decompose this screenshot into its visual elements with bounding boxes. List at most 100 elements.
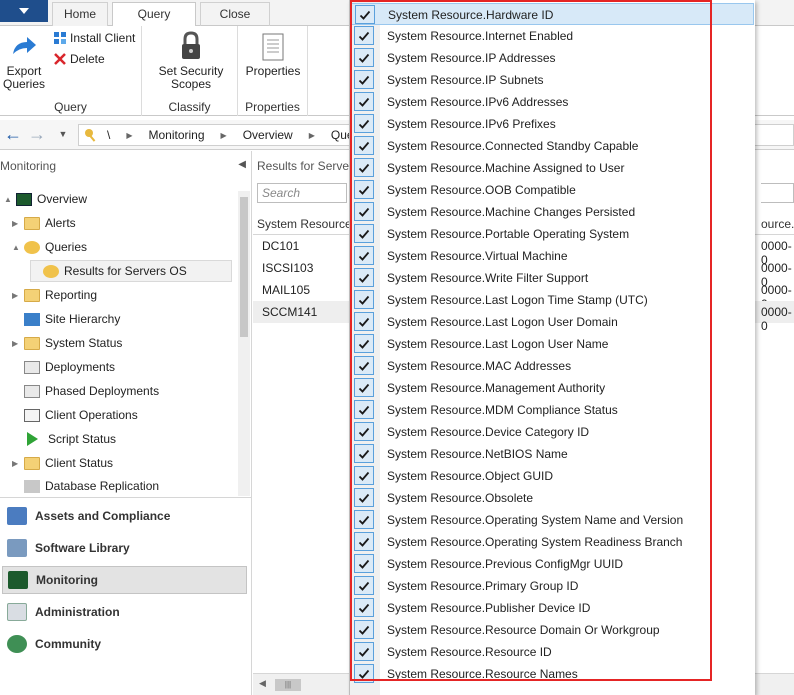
- expand-icon[interactable]: ▶: [12, 219, 24, 228]
- checkmark-icon[interactable]: [355, 5, 375, 24]
- checkmark-icon[interactable]: [354, 598, 374, 617]
- column-menu-item[interactable]: System Resource.Last Logon User Domain: [350, 311, 754, 333]
- column-menu-item[interactable]: System Resource.Virtual Machine: [350, 245, 754, 267]
- checkmark-icon[interactable]: [354, 158, 374, 177]
- checkmark-icon[interactable]: [354, 246, 374, 265]
- checkmark-icon[interactable]: [354, 48, 374, 67]
- checkmark-icon[interactable]: [354, 620, 374, 639]
- nav-item-deployments[interactable]: Deployments: [12, 356, 115, 378]
- checkmark-icon[interactable]: [354, 576, 374, 595]
- collapse-pane-icon[interactable]: ◀: [238, 159, 246, 170]
- column-menu-item[interactable]: System Resource.NetBIOS Name: [350, 443, 754, 465]
- checkmark-icon[interactable]: [354, 664, 374, 683]
- forward-arrow-icon[interactable]: →: [26, 125, 48, 145]
- column-menu-item[interactable]: System Resource.Obsolete: [350, 487, 754, 509]
- column-menu-item[interactable]: System Resource.Primary Group ID: [350, 575, 754, 597]
- nav-item-overview[interactable]: ▲ Overview: [4, 188, 87, 210]
- workspace-monitoring[interactable]: Monitoring: [2, 566, 247, 594]
- checkmark-icon[interactable]: [354, 532, 374, 551]
- column-menu-item[interactable]: System Resource.Portable Operating Syste…: [350, 223, 754, 245]
- column-menu-item[interactable]: System Resource.Resource Names: [350, 663, 754, 685]
- column-menu-item[interactable]: System Resource.Connected Standby Capabl…: [350, 135, 754, 157]
- checkmark-icon[interactable]: [354, 400, 374, 419]
- column-menu-item[interactable]: System Resource.IP Subnets: [350, 69, 754, 91]
- breadcrumb-root[interactable]: \: [99, 128, 118, 142]
- checkmark-icon[interactable]: [354, 114, 374, 133]
- checkmark-icon[interactable]: [354, 642, 374, 661]
- nav-item-database-replication[interactable]: Database Replication: [12, 476, 159, 496]
- column-menu-item[interactable]: System Resource.Previous ConfigMgr UUID: [350, 553, 754, 575]
- column-header-system-resource[interactable]: System Resource.: [257, 217, 355, 231]
- workspace-community[interactable]: Community: [2, 630, 247, 658]
- column-menu-item[interactable]: System Resource.Publisher Device ID: [350, 597, 754, 619]
- column-menu-item[interactable]: System Resource.Object GUID: [350, 465, 754, 487]
- checkmark-icon[interactable]: [354, 378, 374, 397]
- column-menu-item[interactable]: System Resource.Operating System Readine…: [350, 531, 754, 553]
- tab-home[interactable]: Home: [52, 2, 108, 26]
- column-menu-item[interactable]: System Resource.OOB Compatible: [350, 179, 754, 201]
- nav-item-queries[interactable]: ▲ Queries: [12, 236, 87, 258]
- checkmark-icon[interactable]: [354, 26, 374, 45]
- column-menu-item[interactable]: System Resource.IPv6 Addresses: [350, 91, 754, 113]
- column-menu-item[interactable]: System Resource.Device Category ID: [350, 421, 754, 443]
- column-menu-item[interactable]: System Resource.IPv6 Prefixes: [350, 113, 754, 135]
- checkmark-icon[interactable]: [354, 444, 374, 463]
- checkmark-icon[interactable]: [354, 268, 374, 287]
- nav-item-reporting[interactable]: ▶ Reporting: [12, 284, 97, 306]
- properties-button[interactable]: Properties: [242, 32, 304, 78]
- nav-item-system-status[interactable]: ▶ System Status: [12, 332, 122, 354]
- checkmark-icon[interactable]: [354, 510, 374, 529]
- column-menu-item[interactable]: System Resource.MAC Addresses: [350, 355, 754, 377]
- delete-button[interactable]: Delete: [53, 52, 105, 66]
- checkmark-icon[interactable]: [354, 466, 374, 485]
- column-menu-item[interactable]: System Resource.Last Logon Time Stamp (U…: [350, 289, 754, 311]
- column-menu-item[interactable]: System Resource.Internet Enabled: [350, 25, 754, 47]
- checkmark-icon[interactable]: [354, 70, 374, 89]
- checkmark-icon[interactable]: [354, 202, 374, 221]
- checkmark-icon[interactable]: [354, 136, 374, 155]
- expand-icon[interactable]: ▶: [12, 291, 24, 300]
- workspace-software-library[interactable]: Software Library: [2, 534, 247, 562]
- column-menu-item[interactable]: System Resource.Machine Assigned to User: [350, 157, 754, 179]
- nav-item-phased-deployments[interactable]: Phased Deployments: [12, 380, 159, 402]
- scrollbar-thumb[interactable]: [240, 197, 248, 337]
- nav-scrollbar[interactable]: [238, 191, 250, 496]
- nav-item-alerts[interactable]: ▶ Alerts: [12, 212, 76, 234]
- expand-icon[interactable]: ▶: [12, 459, 24, 468]
- checkmark-icon[interactable]: [354, 92, 374, 111]
- breadcrumb-monitoring[interactable]: Monitoring: [141, 128, 213, 142]
- search-bar-end[interactable]: [761, 183, 794, 203]
- expand-icon[interactable]: ▲: [4, 195, 16, 204]
- checkmark-icon[interactable]: [354, 224, 374, 243]
- column-menu-item[interactable]: System Resource.Last Logon User Name: [350, 333, 754, 355]
- set-security-scopes-button[interactable]: Set Security Scopes: [156, 30, 226, 91]
- checkmark-icon[interactable]: [354, 356, 374, 375]
- nav-item-client-status[interactable]: ▶ Client Status: [12, 452, 113, 474]
- nav-item-results-for-servers-os[interactable]: Results for Servers OS: [30, 260, 232, 282]
- column-menu-item[interactable]: System Resource.Operating System Name an…: [350, 509, 754, 531]
- breadcrumb-overview[interactable]: Overview: [235, 128, 301, 142]
- install-client-button[interactable]: Install Client: [53, 31, 135, 45]
- search-input[interactable]: Search: [257, 183, 347, 203]
- column-menu-item[interactable]: System Resource.Hardware ID: [350, 3, 754, 25]
- workspace-assets-and-compliance[interactable]: Assets and Compliance: [2, 502, 247, 530]
- checkmark-icon[interactable]: [354, 312, 374, 331]
- column-menu-item[interactable]: System Resource.Resource Domain Or Workg…: [350, 619, 754, 641]
- app-menu-button[interactable]: [0, 0, 48, 22]
- checkmark-icon[interactable]: [354, 488, 374, 507]
- column-menu-item[interactable]: System Resource.MDM Compliance Status: [350, 399, 754, 421]
- column-menu-item[interactable]: System Resource.Resource ID: [350, 641, 754, 663]
- history-dropdown-icon[interactable]: ▼: [52, 125, 74, 145]
- scroll-left-icon[interactable]: ◀: [259, 678, 266, 689]
- checkmark-icon[interactable]: [354, 290, 374, 309]
- column-menu-item[interactable]: System Resource.Machine Changes Persiste…: [350, 201, 754, 223]
- checkmark-icon[interactable]: [354, 422, 374, 441]
- nav-item-client-operations[interactable]: Client Operations: [12, 404, 138, 426]
- nav-item-script-status[interactable]: Script Status: [12, 428, 116, 450]
- checkmark-icon[interactable]: [354, 334, 374, 353]
- scrollbar-thumb[interactable]: |||: [275, 679, 301, 691]
- column-menu-item[interactable]: System Resource.Write Filter Support: [350, 267, 754, 289]
- back-arrow-icon[interactable]: ←: [2, 125, 24, 145]
- tab-query[interactable]: Query: [112, 2, 196, 27]
- column-menu-item[interactable]: System Resource.IP Addresses: [350, 47, 754, 69]
